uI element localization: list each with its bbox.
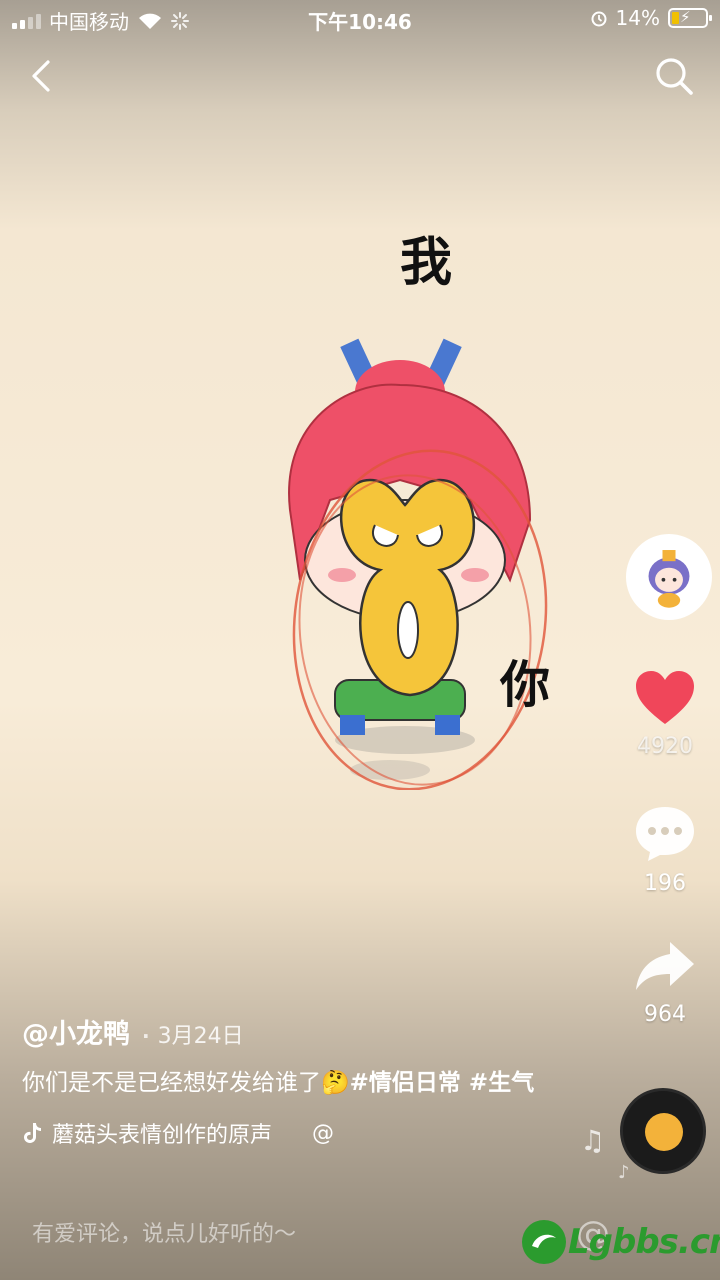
share-icon [636, 942, 694, 990]
watermark-logo-icon [522, 1220, 566, 1264]
heart-icon [636, 671, 694, 724]
music-disc-button[interactable] [620, 1088, 706, 1174]
top-nav [0, 50, 720, 100]
caption-text: 你们是不是已经想好发给谁了 [22, 1070, 321, 1096]
cartoon-sticker-image [288, 338, 548, 790]
battery-percent: 14% [615, 6, 660, 30]
avatar-image [629, 537, 709, 617]
status-right: 14% ⚡ [590, 6, 712, 30]
music-note-small-icon: ♪ [618, 1162, 630, 1183]
thinking-emoji: 🤔 [321, 1070, 350, 1096]
share-button[interactable]: 964 [610, 940, 720, 1027]
watermark-text: Lgbbs.cn [568, 1222, 720, 1262]
comment-button[interactable]: 196 [610, 805, 720, 896]
author-name[interactable]: @小龙鸭 [22, 1012, 130, 1051]
music-line[interactable]: 蘑菇头表情创作的原声 @ [22, 1117, 582, 1149]
battery-icon: ⚡ [668, 8, 712, 28]
hashtag-links[interactable]: #情侣日常 #生气 [350, 1070, 535, 1096]
post-caption: 你们是不是已经想好发给谁了🤔#情侣日常 #生气 [22, 1067, 582, 1099]
video-overlay-text-top: 我 [400, 233, 453, 293]
author-line: @小龙鸭 · 3月24日 [22, 1012, 582, 1051]
comment-icon [636, 807, 694, 861]
share-count: 964 [644, 1002, 686, 1027]
like-count: 4920 [637, 734, 693, 759]
search-icon[interactable] [652, 54, 696, 98]
video-overlay-text-right: 你 [500, 656, 550, 714]
music-note-icon: ♫ [580, 1124, 606, 1157]
date-separator: · [142, 1024, 150, 1048]
music-at: @ [312, 1120, 335, 1146]
comment-count: 196 [644, 871, 686, 896]
disc-icon [645, 1113, 683, 1151]
author-avatar[interactable] [626, 534, 712, 620]
music-title: 蘑菇头表情创作的原声 [52, 1123, 273, 1148]
comment-input[interactable] [32, 1222, 432, 1247]
site-watermark: Lgbbs.cn [520, 1212, 720, 1272]
post-date: 3月24日 [157, 1024, 244, 1049]
status-bar: 中国移动 下午10:46 14% ⚡ [0, 0, 720, 38]
alarm-icon [591, 11, 607, 27]
tiktok-logo-icon [24, 1123, 41, 1143]
like-button[interactable]: 4920 [610, 670, 720, 759]
back-icon[interactable] [24, 56, 64, 96]
post-info: @小龙鸭 · 3月24日 你们是不是已经想好发给谁了🤔#情侣日常 #生气 蘑菇头… [22, 1012, 582, 1149]
